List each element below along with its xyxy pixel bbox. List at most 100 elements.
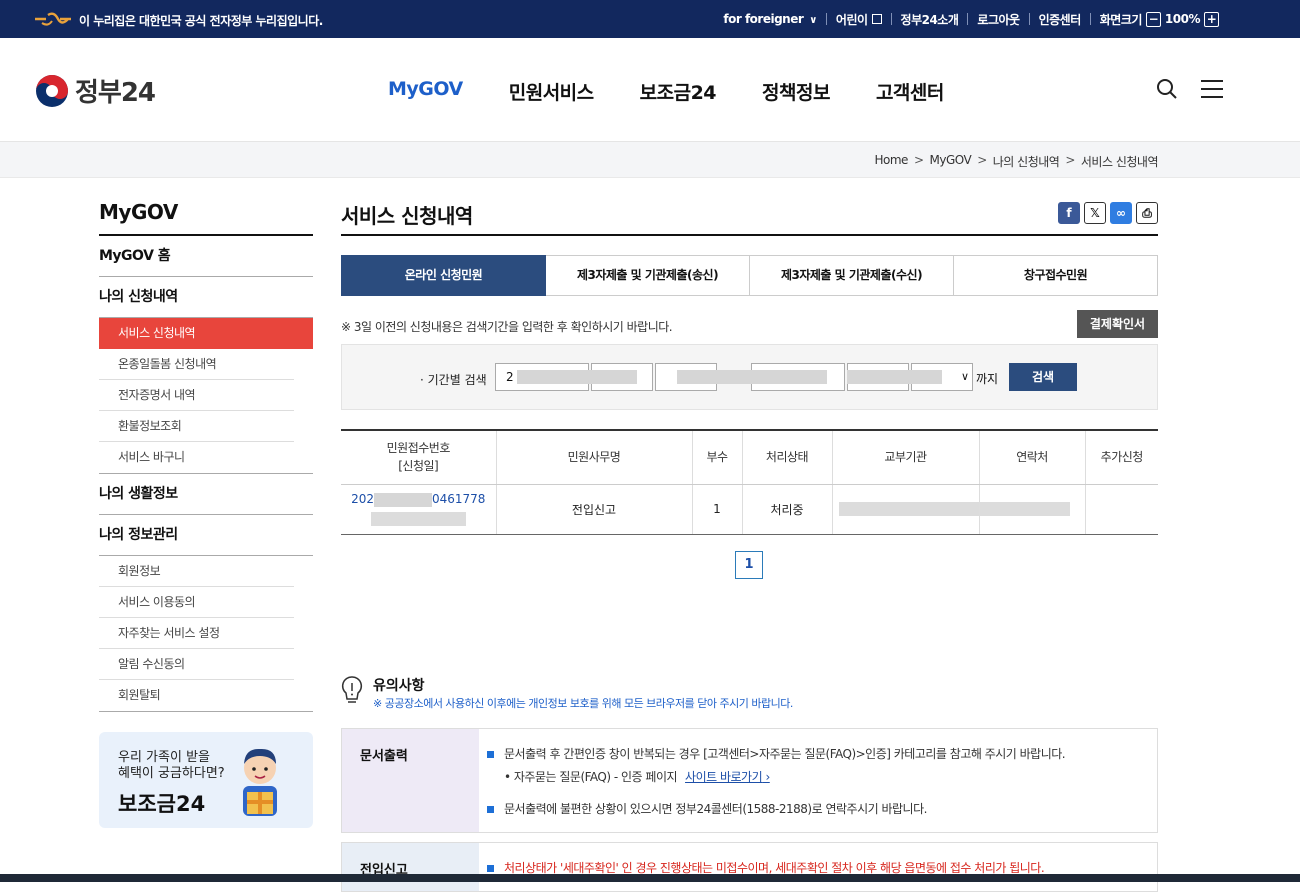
copy-link-icon[interactable]: ∞ [1110, 202, 1132, 224]
move-in-label: 전입신고 [342, 843, 479, 891]
until-label: 까지 [976, 372, 999, 386]
nav-subsidy24[interactable]: 보조금24 [640, 78, 717, 105]
main-nav: MyGOV 민원서비스 보조금24 정책정보 고객센터 [388, 78, 990, 105]
period-search-label: · 기간별 검색 [420, 373, 487, 387]
subsidy24-banner[interactable]: 우리 가족이 받을 혜택이 궁금하다면? 보조금24 [99, 732, 313, 828]
about-link[interactable]: 정부24소개 [901, 11, 959, 28]
official-site-notice: 이 누리집은 대한민국 공식 전자정부 누리집입니다. [79, 14, 323, 28]
logout-link[interactable]: 로그아웃 [977, 11, 1020, 28]
nav-mygov[interactable]: MyGOV [388, 78, 463, 105]
page-1-button[interactable]: 1 [735, 551, 763, 579]
receipt-no-cell[interactable]: 202 0461778 [341, 484, 496, 535]
side-sub-e-certificate[interactable]: 전자증명서 내역 [99, 380, 294, 411]
taegeuk-logo-icon [36, 74, 68, 107]
doc-print-line1: 문서출력 후 간편인증 창이 반복되는 경우 [고객센터>자주묻는 질문(FAQ… [487, 745, 1066, 762]
tab-online-apply[interactable]: 온라인 신청민원 [341, 255, 546, 296]
site-header: 정부24 MyGOV 민원서비스 보조금24 정책정보 고객센터 [0, 38, 1300, 142]
count-cell: 1 [691, 484, 742, 535]
table-header-row: 민원접수번호 [신청일] 민원사무명 부수 처리상태 교부기관 연락처 추가신청 [341, 430, 1158, 485]
breadcrumb-bar: Home > MyGOV > 나의 신청내역 > 서비스 신청내역 [0, 142, 1300, 178]
for-foreigner-dropdown[interactable]: for foreigner ∨ [723, 12, 817, 26]
receipt-no-link[interactable]: 202 0461778 [351, 492, 485, 507]
lightbulb-icon [341, 676, 363, 703]
redacted-area [847, 370, 942, 384]
side-item-life-info[interactable]: 나의 생활정보 [99, 474, 313, 515]
side-item-apply-history[interactable]: 나의 신청내역 [99, 277, 313, 318]
banner-caption: 우리 가족이 받을 혜택이 궁금하다면? [118, 750, 225, 781]
side-sub-service-basket[interactable]: 서비스 바구니 [99, 442, 294, 473]
status-cell: 처리중 [741, 484, 832, 535]
tab-counter-apply[interactable]: 창구접수민원 [954, 255, 1158, 296]
gov-banner: 이 누리집은 대한민국 공식 전자정부 누리집입니다. for foreigne… [0, 0, 1300, 38]
os-taskbar [0, 874, 1300, 882]
side-sub-member-info[interactable]: 회원정보 [99, 556, 294, 587]
redacted-area [373, 492, 432, 507]
font-size-label: 화면크기 [1099, 12, 1143, 27]
doc-print-guide: 문서출력 문서출력 후 간편인증 창이 반복되는 경우 [고객센터>자주묻는 질… [341, 728, 1158, 833]
side-sub-refund-info[interactable]: 환불정보조회 [99, 411, 294, 442]
col-receipt-no: 민원접수번호 [신청일] [341, 430, 496, 485]
kids-link[interactable]: 어린이 [836, 11, 882, 28]
nav-customer-center[interactable]: 고객센터 [876, 78, 944, 105]
side-sub-notification-consent[interactable]: 알림 수신동의 [99, 649, 294, 680]
col-contact: 연락처 [978, 430, 1085, 485]
nav-policy-info[interactable]: 정책정보 [762, 78, 830, 105]
search-icon[interactable] [1156, 78, 1178, 100]
breadcrumb-apply-history[interactable]: 나의 신청내역 [993, 153, 1060, 170]
faq-shortcut-link[interactable]: 사이트 바로가기 › [685, 770, 770, 784]
table-row: 202 0461778 전입신고 1 처리중 [341, 484, 1158, 535]
redacted-area [517, 370, 637, 384]
breadcrumb-mygov[interactable]: MyGOV [930, 153, 972, 170]
side-item-info-manage[interactable]: 나의 정보관리 [99, 515, 313, 556]
redacted-area [838, 502, 979, 516]
side-sub-service-history[interactable]: 서비스 신청내역 [99, 318, 313, 349]
payment-confirm-button[interactable]: 결제확인서 [1077, 310, 1158, 338]
breadcrumb-current: 서비스 신청내역 [1080, 155, 1159, 169]
zoom-in-button[interactable]: + [1204, 11, 1219, 27]
search-button[interactable]: 검색 [1009, 363, 1077, 391]
bullet-icon [487, 751, 494, 758]
doc-print-line2: • 자주묻는 질문(FAQ) - 인증 페이지 사이트 바로가기 › [504, 770, 770, 784]
col-status: 처리상태 [741, 430, 832, 485]
contact-cell [978, 484, 1085, 535]
site-logo[interactable]: 정부24 [35, 72, 156, 109]
period-notice: ※ 3일 이전의 신청내용은 검색기간을 입력한 후 확인하시기 바랍니다. [341, 320, 673, 334]
period-search-box: · 기간별 검색 2 ∨ 까지 검색 [341, 344, 1158, 410]
doc-print-line3: 문서출력에 불편한 상황이 있으시면 정부24콜센터(1588-2188)로 연… [487, 800, 927, 817]
side-sub-service-consent[interactable]: 서비스 이용동의 [99, 587, 294, 618]
page-title: 서비스 신청내역 [341, 200, 1158, 236]
main-content: 서비스 신청내역 f 𝕏 ∞ ⎙ 온라인 신청민원 제3자제출 및 기관제출(송… [341, 200, 1158, 892]
move-in-guide: 전입신고 처리상태가 '세대주확인' 인 경우 진행상태는 미접수이며, 세대주… [341, 842, 1158, 892]
hamburger-menu-icon[interactable] [1201, 80, 1223, 98]
col-count: 부수 [691, 430, 742, 485]
logo-text: 정부24 [75, 78, 156, 108]
history-tabs: 온라인 신청민원 제3자제출 및 기관제출(송신) 제3자제출 및 기관제출(수… [341, 255, 1158, 296]
zoom-out-button[interactable]: − [1145, 11, 1161, 27]
cert-center-link[interactable]: 인증센터 [1039, 11, 1082, 28]
breadcrumb: Home > MyGOV > 나의 신청내역 > 서비스 신청내역 [874, 153, 1159, 170]
redacted-area [677, 370, 827, 384]
bullet-icon [487, 865, 494, 872]
zoom-level: 100% [1164, 12, 1201, 26]
side-item-mygov-home[interactable]: MyGOV 홈 [99, 236, 313, 277]
side-sub-favorite-services[interactable]: 자주찾는 서비스 설정 [99, 618, 294, 649]
banner-title: 보조금24 [118, 792, 206, 816]
breadcrumb-home[interactable]: Home [875, 153, 909, 170]
issuing-agency-cell [831, 484, 979, 535]
service-name-cell: 전입신고 [495, 484, 692, 535]
x-share-icon[interactable]: 𝕏 [1084, 202, 1106, 224]
print-icon[interactable]: ⎙ [1136, 202, 1158, 224]
redacted-area [979, 502, 1070, 516]
history-table: 민원접수번호 [신청일] 민원사무명 부수 처리상태 교부기관 연락처 추가신청… [341, 429, 1158, 535]
side-title: MyGOV [99, 200, 313, 236]
tab-third-party-receive[interactable]: 제3자제출 및 기관제출(수신) [750, 255, 954, 296]
side-sub-allday-care[interactable]: 온종일돌봄 신청내역 [99, 349, 294, 380]
caution-desc: ※ 공공장소에서 사용하신 이후에는 개인정보 보호를 위해 모든 브라우저를 … [373, 697, 793, 710]
facebook-share-icon[interactable]: f [1058, 202, 1080, 224]
side-sub-withdraw[interactable]: 회원탈퇴 [99, 680, 294, 711]
gov-mark-icon [35, 12, 71, 26]
tab-third-party-send[interactable]: 제3자제출 및 기관제출(송신) [546, 255, 750, 296]
chevron-down-icon: ∨ [809, 15, 817, 26]
doc-print-label: 문서출력 [342, 729, 479, 832]
nav-civil-service[interactable]: 민원서비스 [509, 78, 594, 105]
